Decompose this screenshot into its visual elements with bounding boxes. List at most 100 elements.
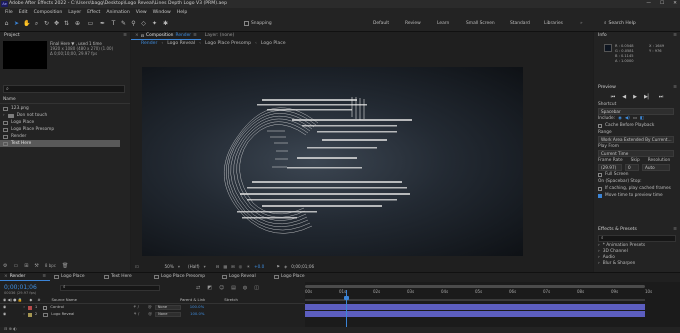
work-area-bar[interactable]	[305, 299, 645, 301]
breadcrumb-logo-place[interactable]: Logo Place	[257, 41, 290, 47]
menu-effect[interactable]: Effect	[84, 10, 103, 16]
menu-help[interactable]: Help	[174, 10, 190, 16]
menu-layer[interactable]: Layer	[65, 10, 84, 16]
skip-select[interactable]: 0	[625, 164, 639, 171]
layer-name[interactable]: Logo Reveal	[51, 312, 74, 317]
last-frame-icon[interactable]: ⏭	[659, 94, 664, 100]
panel-menu-icon[interactable]: ≡	[193, 33, 197, 38]
breadcrumb-logo-reveal[interactable]: Logo Reveal	[163, 41, 199, 47]
close-icon[interactable]: ×	[4, 274, 8, 279]
fullscreen-checkbox[interactable]	[598, 172, 602, 177]
new-comp-icon[interactable]: ⊞	[24, 263, 28, 269]
type-tool-icon[interactable]: T	[110, 20, 117, 27]
col-stretch[interactable]: Stretch	[224, 297, 238, 303]
layer-switches[interactable]: ⚘ ∕	[133, 305, 139, 310]
table-row[interactable]: ◉ › 1 Control ⚘ ∕ @ None 100.0%	[0, 304, 305, 311]
panel-menu-icon[interactable]: ≡	[673, 85, 677, 91]
comp-timecode[interactable]: 0;00;01;06	[291, 264, 314, 269]
next-frame-icon[interactable]: ▶▏	[644, 94, 652, 100]
layer-name[interactable]: Control	[50, 305, 64, 310]
project-search-input[interactable]: ⌕	[3, 85, 125, 93]
menu-file[interactable]: File	[2, 10, 16, 16]
list-item[interactable]: Logo Place Presomp	[0, 126, 130, 133]
first-frame-icon[interactable]: ⏮	[611, 94, 616, 100]
eraser-tool-icon[interactable]: ◇	[140, 20, 147, 27]
eye-icon[interactable]: ◉	[3, 312, 6, 317]
workspace-small-screen[interactable]: Small Screen	[466, 21, 495, 26]
project-settings-icon[interactable]: ⚒	[34, 263, 38, 269]
snapping-checkbox[interactable]	[244, 21, 249, 26]
list-item[interactable]: 123.png	[0, 105, 130, 112]
menu-window[interactable]: Window	[150, 10, 174, 16]
menu-composition[interactable]: Composition	[31, 10, 66, 16]
parent-select[interactable]: None	[154, 305, 181, 310]
video-toggle-icon[interactable]: ◉	[618, 116, 622, 121]
bit-depth-label[interactable]: 8 bpc	[45, 263, 56, 269]
resolution-select[interactable]: (Half)	[188, 264, 200, 269]
tab-logo-place-presomp[interactable]: Logo Place Presomp	[150, 273, 218, 281]
shy-icon[interactable]: ☺	[219, 285, 224, 291]
brush-tool-icon[interactable]: ✎	[120, 20, 127, 27]
timeline-search-input[interactable]: ⌕	[60, 285, 160, 291]
list-item[interactable]: › Blur & Sharpen	[594, 261, 680, 267]
effects-search-input[interactable]: ⌕	[598, 235, 676, 242]
shortcut-select[interactable]: Spacebar	[598, 108, 674, 115]
color-management-icon[interactable]: ◎	[239, 264, 243, 269]
move-time-checkbox[interactable]	[598, 193, 602, 198]
frame-blending-icon[interactable]: ▤	[231, 285, 236, 291]
expand-arrow-icon[interactable]: ›	[23, 305, 25, 310]
zoom-tool-icon[interactable]: ⌕	[33, 20, 40, 27]
panel-menu-icon[interactable]: ≡	[673, 33, 677, 39]
dolly-tool-icon[interactable]: ⇅	[63, 20, 70, 27]
snapshot-icon[interactable]: ⚑	[276, 264, 280, 269]
trash-icon[interactable]: 🗑	[62, 263, 68, 269]
table-row[interactable]: ◉ › 2 Logo Reveal ⚘ ∕ @ None 100.0%	[0, 311, 305, 318]
tab-text-here[interactable]: Text Here	[100, 273, 150, 281]
eye-icon[interactable]: ◉	[3, 305, 6, 310]
layer-stretch[interactable]: 100.0%	[190, 305, 204, 310]
cache-checkbox[interactable]	[598, 123, 602, 128]
if-caching-checkbox[interactable]	[598, 186, 602, 191]
rectangle-tool-icon[interactable]: ▭	[87, 20, 94, 27]
tab-logo-place-2[interactable]: Logo Place	[270, 273, 320, 281]
chevron-right-icon[interactable]: ›	[3, 112, 5, 118]
clone-stamp-tool-icon[interactable]: ⚲	[130, 20, 137, 27]
breadcrumb-render[interactable]: Render	[137, 41, 161, 47]
col-parent[interactable]: Parent & Link	[180, 297, 205, 303]
parent-select[interactable]: None	[155, 312, 182, 317]
list-item[interactable]: Render	[0, 133, 130, 140]
layer-controls-toggle-icon[interactable]: ◧	[640, 116, 644, 121]
exposure-icon[interactable]: ☀	[246, 264, 250, 269]
frame-rate-select[interactable]: (29.97)	[598, 164, 622, 171]
range-select[interactable]: Work Area Extended By Current...	[598, 136, 674, 143]
panel-menu-icon[interactable]: ≡	[123, 33, 127, 39]
layer-duration-bar[interactable]	[305, 304, 645, 310]
search-help[interactable]: ⌕ Search Help	[604, 20, 664, 28]
panel-menu-icon[interactable]: ≡	[673, 227, 677, 233]
workspace-default[interactable]: Default	[373, 21, 389, 26]
layer-switches[interactable]: ⚘ ∕	[133, 312, 139, 317]
timeline-graph-area[interactable]: 00s 01s 02s 03s 04s 05s 06s 07s 08s 09s 10s	[305, 282, 680, 333]
lock-icon[interactable]: ⊟	[141, 33, 144, 39]
workspace-standard[interactable]: Standard	[510, 21, 530, 26]
motion-blur-icon[interactable]: ◍	[243, 285, 247, 291]
maximize-button[interactable]: ☐	[660, 1, 664, 7]
label-color-swatch[interactable]	[27, 305, 32, 310]
tab-logo-place[interactable]: Logo Place	[50, 273, 100, 281]
panel-menu-icon[interactable]: ≡	[42, 274, 46, 279]
mask-visibility-icon[interactable]: ⊞	[231, 264, 235, 269]
time-navigator-bar[interactable]	[305, 285, 645, 288]
menu-view[interactable]: View	[133, 10, 150, 16]
overlay-toggle-icon[interactable]: ▭	[633, 116, 637, 121]
hand-tool-icon[interactable]: ✋	[23, 20, 30, 27]
list-item[interactable]: › Don not touch	[0, 112, 130, 119]
toggle-switches-icon[interactable]: ⊟ ⊕ ◐	[4, 326, 17, 331]
pan-behind-tool-icon[interactable]: ⊕	[74, 20, 81, 27]
resolution-select[interactable]: Auto	[642, 164, 670, 171]
label-color-swatch[interactable]	[27, 312, 32, 317]
tab-logo-reveal[interactable]: Logo Reveal	[218, 273, 270, 281]
menu-animation[interactable]: Animation	[103, 10, 132, 16]
close-button[interactable]: ✕	[673, 1, 677, 7]
previous-frame-icon[interactable]: ◀	[622, 94, 626, 100]
graph-editor-icon[interactable]: ◫	[254, 285, 259, 291]
